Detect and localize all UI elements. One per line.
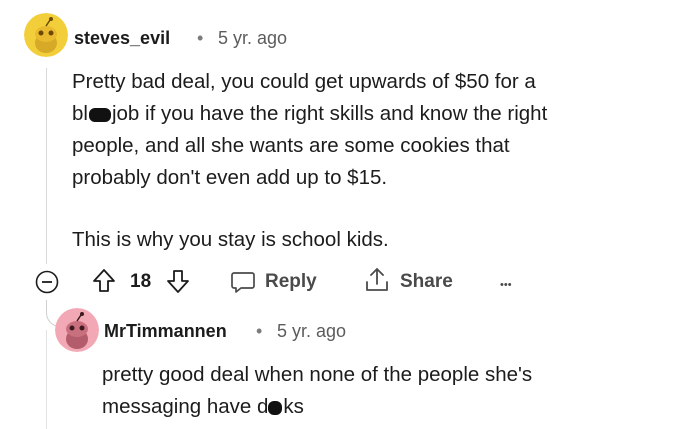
comment-paragraph-2: This is why you stay is school kids. — [72, 228, 389, 251]
reply-line-2-suffix: ks — [283, 395, 304, 418]
downvote-button[interactable] — [166, 268, 190, 294]
collapse-icon — [35, 270, 59, 294]
comment-line-2-suffix: job if you have the right skills and kno… — [111, 102, 548, 125]
comment-line-3: people, and all she wants are some cooki… — [72, 134, 510, 157]
header-separator: • — [197, 28, 204, 48]
reply-button[interactable]: Reply — [230, 268, 326, 296]
comment-line-1: Pretty bad deal, you could get upwards o… — [72, 70, 536, 93]
comment-line-4: probably don't even add up to $15. — [72, 166, 388, 189]
reply-author[interactable]: MrTimmannen — [104, 321, 227, 342]
vote-count: 18 — [130, 271, 152, 292]
share-upload-icon — [366, 268, 388, 291]
reply-line-2: messaging have d ks — [102, 391, 304, 423]
comment-line-2-prefix: bl — [72, 102, 88, 125]
reply-thread-line[interactable] — [46, 330, 47, 429]
share-button[interactable]: Share — [364, 266, 464, 296]
comment-timestamp[interactable]: 5 yr. ago — [218, 28, 287, 49]
more-options-icon: ••• — [500, 279, 512, 291]
collapse-button[interactable] — [35, 270, 59, 294]
upvote-arrow-icon — [93, 269, 115, 292]
comment-line-2: bl job if you have the right skills and k… — [72, 98, 547, 130]
reply-header-separator: • — [256, 321, 263, 341]
downvote-arrow-icon — [167, 270, 189, 293]
more-options-button[interactable]: ••• — [500, 275, 524, 291]
thread-line[interactable] — [46, 68, 47, 264]
reply-line-2-prefix: messaging have d — [102, 395, 269, 418]
snoo-avatar-icon — [55, 308, 99, 352]
reply-avatar[interactable] — [55, 308, 99, 352]
share-label: Share — [400, 271, 453, 292]
redaction-mark — [268, 400, 283, 415]
redaction-mark — [88, 107, 111, 122]
reply-line-1: pretty good deal when none of the people… — [102, 363, 533, 386]
snoo-avatar-icon — [24, 13, 68, 57]
comment-author[interactable]: steves_evil — [74, 28, 170, 49]
reply-timestamp[interactable]: 5 yr. ago — [277, 321, 346, 342]
reply-label: Reply — [265, 271, 317, 292]
speech-bubble-icon — [231, 272, 255, 293]
avatar[interactable] — [24, 13, 68, 57]
upvote-button[interactable] — [92, 268, 116, 294]
